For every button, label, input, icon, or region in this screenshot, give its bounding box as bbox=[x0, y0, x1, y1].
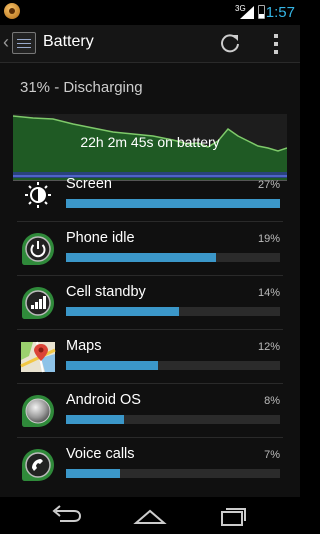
battery-status: 31% - Discharging bbox=[20, 79, 143, 96]
usage-bar bbox=[66, 199, 280, 208]
usage-percent: 27% bbox=[257, 179, 280, 191]
time-on-battery: 22h 2m 45s on battery bbox=[80, 134, 220, 150]
usage-percent: 8% bbox=[264, 395, 280, 407]
usage-name: Voice calls bbox=[66, 446, 135, 462]
usage-bar bbox=[66, 253, 280, 262]
action-bar: ‹ Battery bbox=[0, 25, 300, 62]
usage-row-android-os[interactable]: Android OS 8% bbox=[0, 384, 300, 438]
usage-name: Maps bbox=[66, 338, 102, 354]
back-button[interactable] bbox=[46, 503, 86, 529]
usage-percent: 14% bbox=[257, 287, 280, 299]
usage-percent: 12% bbox=[257, 341, 280, 353]
usage-bar bbox=[66, 469, 280, 478]
settings-app-icon[interactable] bbox=[12, 32, 36, 54]
usage-row-cell-standby[interactable]: Cell standby 14% bbox=[0, 276, 300, 330]
usage-row-maps[interactable]: Maps 12% bbox=[0, 330, 300, 384]
page-title: Battery bbox=[43, 33, 94, 50]
status-bar: 3G 1:57 bbox=[0, 0, 300, 25]
usage-bar bbox=[66, 415, 280, 424]
clock: 1:57 bbox=[265, 4, 295, 21]
usage-percent: 19% bbox=[257, 233, 280, 245]
up-navigation-icon[interactable]: ‹ bbox=[3, 33, 9, 51]
home-button[interactable] bbox=[130, 503, 170, 529]
maps-icon bbox=[20, 341, 56, 373]
usage-name: Android OS bbox=[66, 392, 141, 408]
battery-usage-list: 31% - Discharging 22h 2m 45s on battery … bbox=[0, 63, 300, 497]
signal-icon bbox=[22, 287, 54, 319]
usage-bar bbox=[66, 307, 280, 316]
usage-row-screen[interactable]: Screen 27% bbox=[0, 168, 300, 222]
navigation-bar bbox=[0, 497, 300, 534]
usage-bar bbox=[66, 361, 280, 370]
signal-strength-icon bbox=[240, 6, 254, 19]
battery-icon bbox=[258, 5, 265, 19]
notification-icon bbox=[4, 3, 20, 19]
phone-icon bbox=[22, 449, 54, 481]
overflow-menu-icon[interactable] bbox=[268, 32, 284, 56]
usage-name: Cell standby bbox=[66, 284, 146, 300]
usage-row-phone-idle[interactable]: Phone idle 19% bbox=[0, 222, 300, 276]
usage-row-voice-calls[interactable]: Voice calls 7% bbox=[0, 438, 300, 492]
usage-name: Screen bbox=[66, 176, 112, 192]
recent-apps-button[interactable] bbox=[214, 503, 254, 529]
refresh-icon[interactable] bbox=[219, 32, 241, 54]
android-os-icon bbox=[22, 395, 54, 427]
brightness-icon bbox=[25, 182, 51, 208]
usage-percent: 7% bbox=[264, 449, 280, 461]
power-icon bbox=[22, 233, 54, 265]
usage-name: Phone idle bbox=[66, 230, 135, 246]
